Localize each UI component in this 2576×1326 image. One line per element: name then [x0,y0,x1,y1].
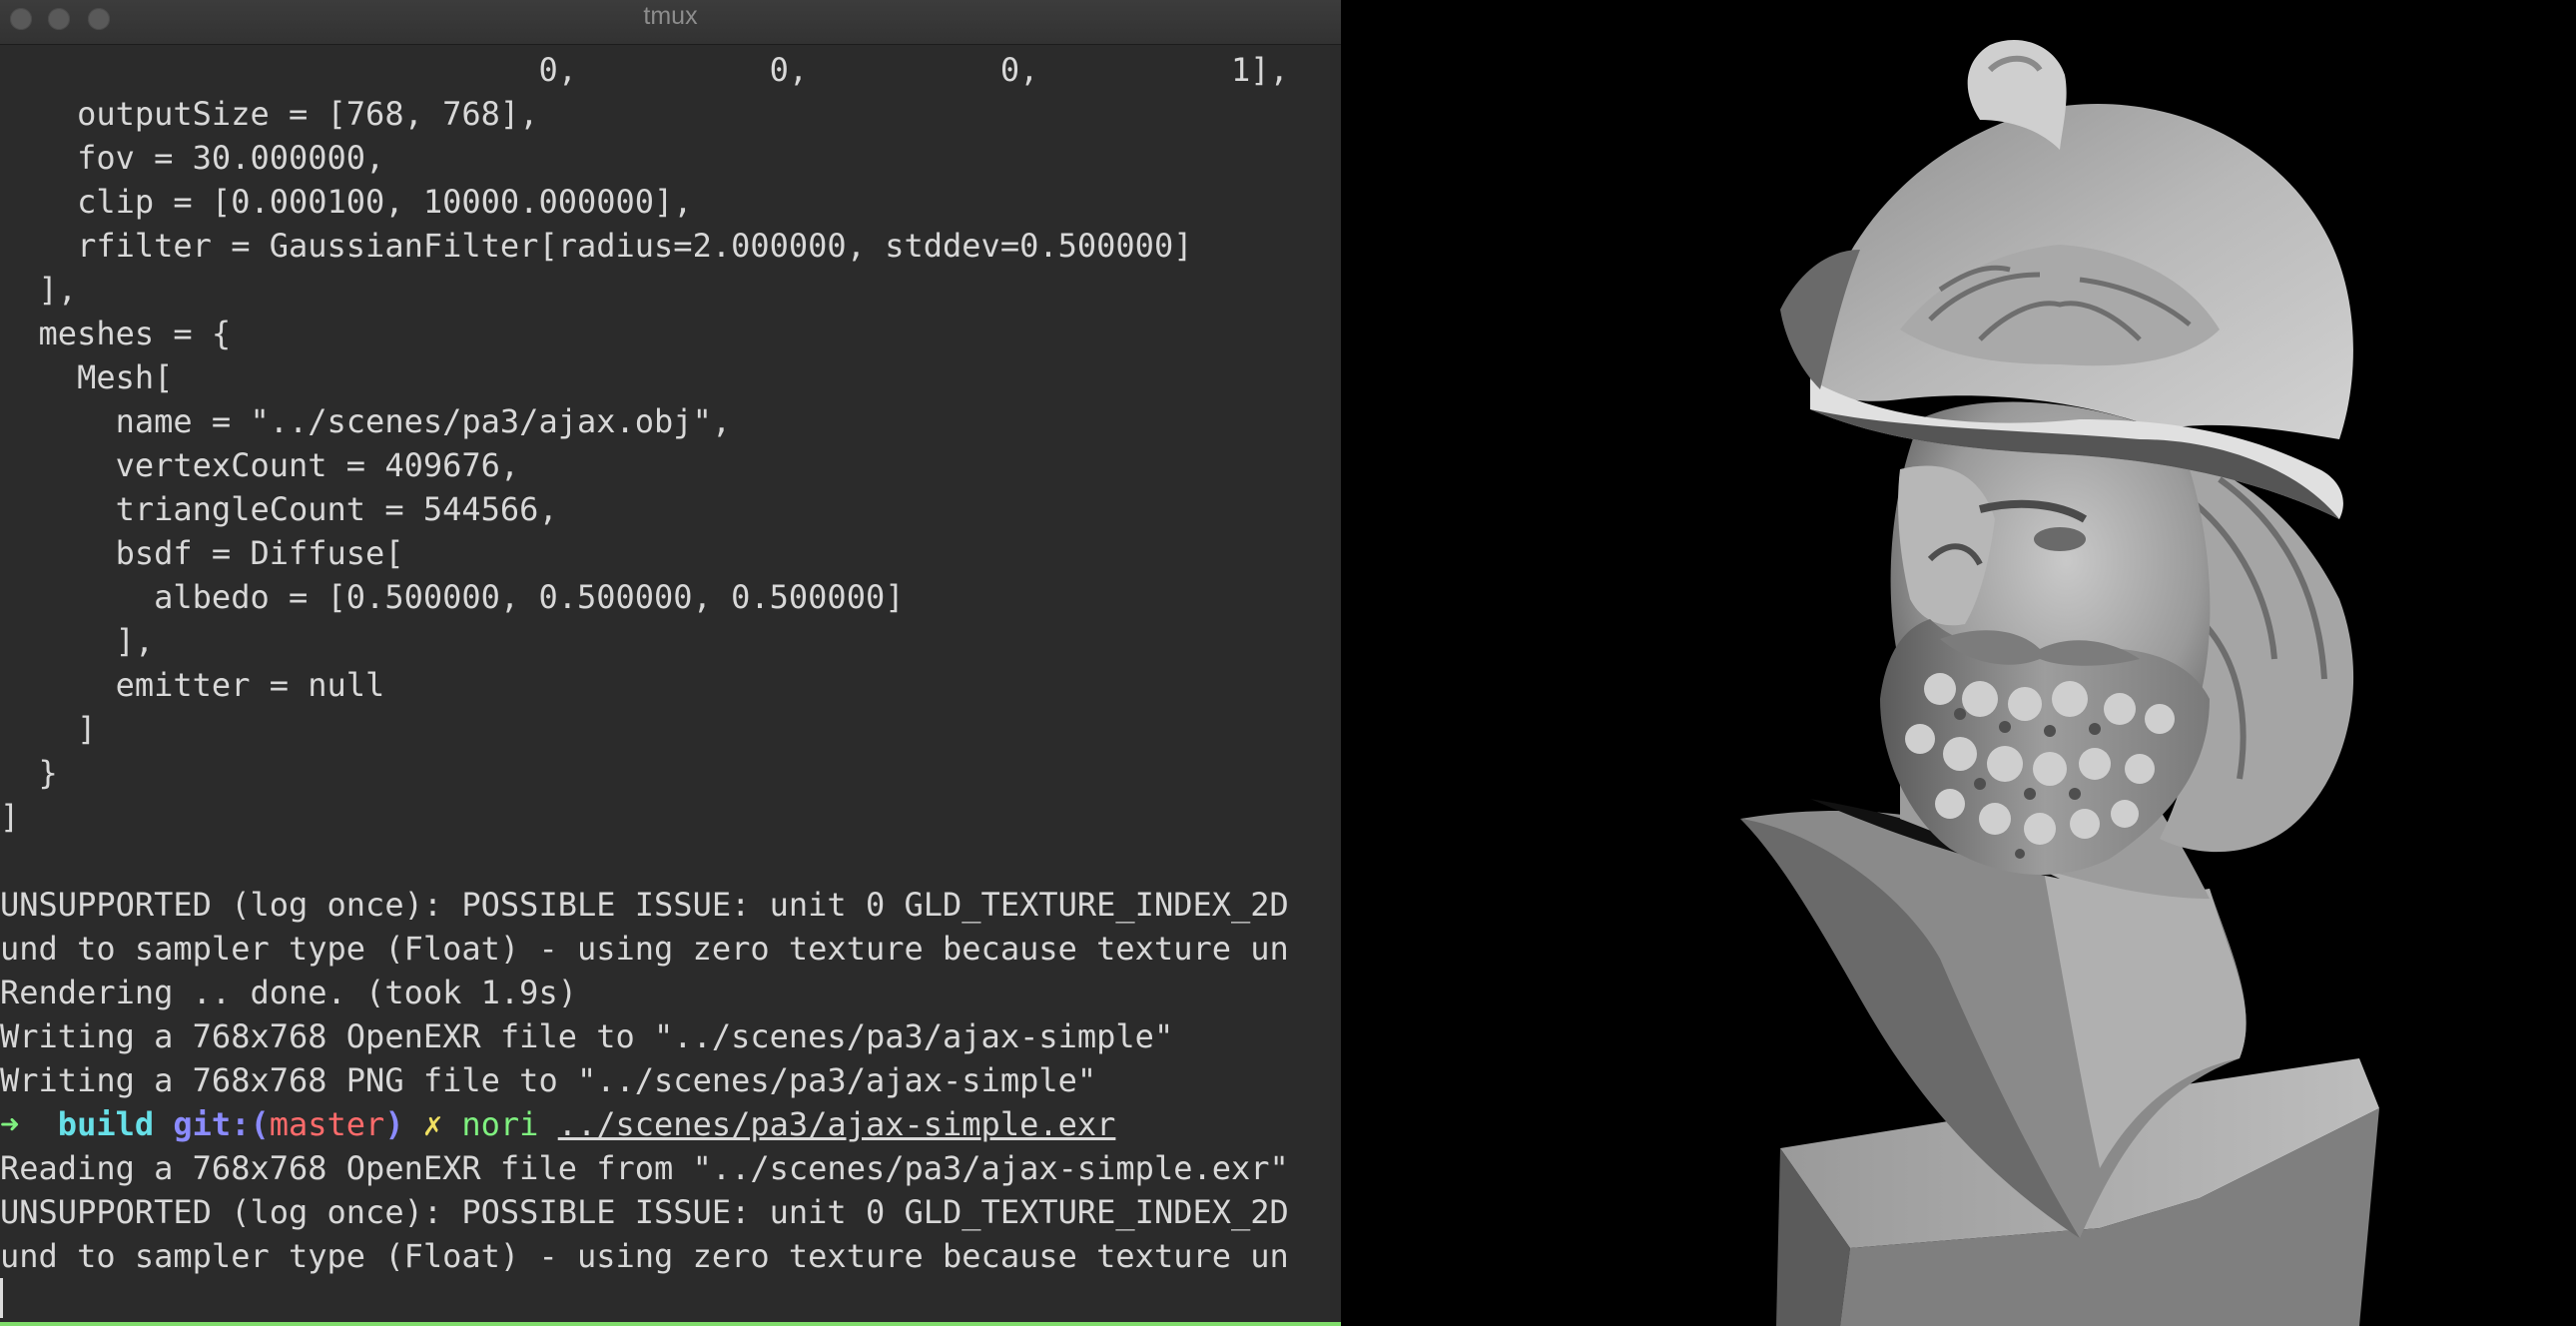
terminal-line: albedo = [0.500000, 0.500000, 0.500000] [0,578,905,616]
terminal-line: UNSUPPORTED (log once): POSSIBLE ISSUE: … [0,1193,1289,1231]
terminal-line: rfilter = GaussianFilter[radius=2.000000… [0,227,1193,265]
terminal-line: Rendering .. done. (took 1.9s) [0,974,577,1011]
terminal-line: Reading a 768x768 OpenEXR file from "../… [0,1149,1289,1187]
terminal-line: outputSize = [768, 768], [0,95,539,133]
dirty-mark-icon: ✗ [422,1105,443,1143]
terminal-line: Writing a 768x768 PNG file to "../scenes… [0,1061,1097,1099]
git-branch: master [269,1105,385,1143]
terminal-line: ], [0,622,155,660]
terminal-line: und to sampler type (Float) - using zero… [0,1237,1289,1275]
rendered-bust-image [1740,39,2379,1326]
git-label-close: ) [384,1105,404,1143]
terminal-line: Writing a 768x768 OpenEXR file to "../sc… [0,1017,1174,1055]
terminal-line: 0, 0, 0, 1], [0,51,1289,89]
text-cursor [0,1278,3,1318]
terminal-line: und to sampler type (Float) - using zero… [0,930,1289,968]
terminal-line: emitter = null [0,666,385,704]
terminal-line: } [0,754,58,792]
terminal-line: vertexCount = 409676, [0,446,520,484]
terminal-line: Mesh[ [0,358,174,396]
terminal-line: fov = 30.000000, [0,139,385,177]
terminal-window[interactable]: tmux 0, 0, 0, 1], outputSize = [768, 768… [0,0,1341,1326]
prompt-directory: build [57,1105,155,1143]
command-name: nori [461,1105,539,1143]
terminal-line: UNSUPPORTED (log once): POSSIBLE ISSUE: … [0,886,1289,924]
terminal-line: ] [0,798,20,836]
title-bar[interactable]: tmux [0,0,1341,45]
terminal-line: ] [0,710,97,748]
terminal-line: triangleCount = 544566, [0,490,558,528]
window-title: tmux [643,2,698,30]
terminal-line: meshes = { [0,315,232,352]
terminal-line: bsdf = Diffuse[ [0,534,404,572]
terminal-output[interactable]: 0, 0, 0, 1], outputSize = [768, 768], fo… [0,48,1341,1326]
terminal-line: clip = [0.000100, 10000.000000], [0,183,693,221]
render-viewer[interactable] [1341,0,2576,1326]
terminal-line: name = "../scenes/pa3/ajax.obj", [0,402,732,440]
terminal-line: ], [0,271,78,309]
shell-prompt-line: ➜ build git:(master) ✗ nori ../scenes/pa… [0,1102,1341,1146]
tmux-status-bar [0,1322,1341,1326]
command-path-link[interactable]: ../scenes/pa3/ajax-simple.exr [558,1105,1116,1143]
prompt-arrow-icon: ➜ [0,1105,20,1143]
git-label: git:( [173,1105,270,1143]
